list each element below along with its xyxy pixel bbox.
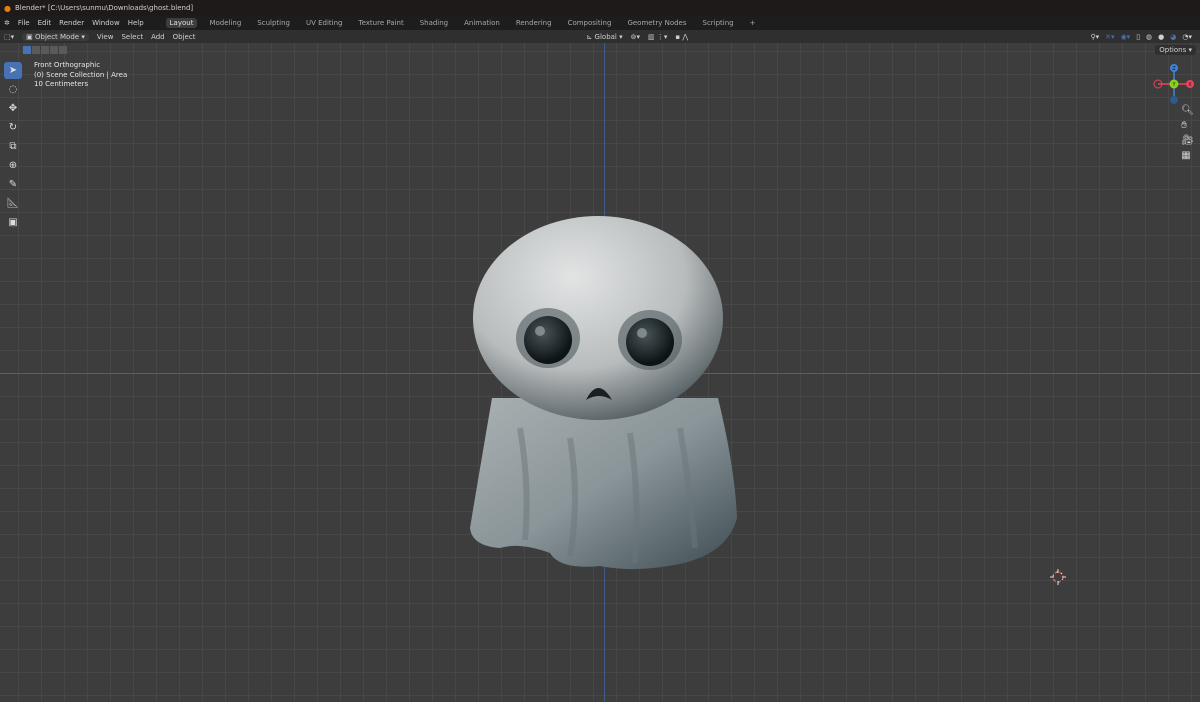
menu-select[interactable]: Select (121, 33, 143, 41)
shading-wireframe-icon[interactable]: ◍ (1146, 33, 1152, 41)
ghost-left-eye (524, 316, 572, 364)
select-new-icon[interactable] (23, 46, 31, 54)
menu-edit[interactable]: Edit (38, 19, 52, 27)
transform-icon[interactable]: ⊕ (4, 157, 22, 174)
menu-add[interactable]: Add (151, 33, 165, 41)
shading-rendered-icon[interactable]: ◔▾ (1182, 33, 1192, 41)
mode-label: Object Mode (34, 32, 80, 41)
tab-rendering[interactable]: Rendering (512, 18, 556, 28)
menu-file[interactable]: File (18, 19, 30, 27)
shading-solid-icon[interactable]: ● (1158, 33, 1164, 41)
navigation-gizmo[interactable]: Z X Y (1150, 60, 1198, 108)
cursor-icon[interactable]: ◌ (4, 81, 22, 98)
tab-uv-editing[interactable]: UV Editing (302, 18, 347, 28)
collection-info: (0) Scene Collection | Area (34, 70, 128, 79)
gizmo-z-label: Z (1172, 66, 1176, 72)
proportional-edit-icon[interactable]: ▪ ⋀ (675, 33, 688, 41)
tab-animation[interactable]: Animation (460, 18, 504, 28)
shading-material-icon[interactable]: ◕ (1170, 33, 1176, 41)
annotate-icon[interactable]: ✎ (4, 176, 22, 193)
zoom-icon[interactable]: 🔍︎ (1181, 105, 1194, 116)
add-workspace-button[interactable]: + (746, 18, 760, 28)
pan-hand-icon[interactable]: ✋︎ (1181, 120, 1194, 131)
menu-object[interactable]: Object (173, 33, 196, 41)
rotate-icon[interactable]: ↻ (4, 119, 22, 136)
menu-view[interactable]: View (97, 33, 114, 41)
tab-geometry-nodes[interactable]: Geometry Nodes (623, 18, 690, 28)
menu-render[interactable]: Render (59, 19, 84, 27)
3d-viewport[interactable]: Front Orthographic (0) Scene Collection … (0, 43, 1200, 702)
object-mode-icon: ▣ (26, 32, 35, 41)
menu-window[interactable]: Window (92, 19, 120, 27)
blender-logo-icon: ● (4, 3, 11, 13)
tab-texture-paint[interactable]: Texture Paint (355, 18, 408, 28)
gizmo-toggle-icon[interactable]: ✕▾ (1105, 33, 1114, 41)
tab-shading[interactable]: Shading (416, 18, 452, 28)
gizmo-x-label: X (1188, 82, 1192, 88)
scale-icon[interactable]: ⧉ (4, 138, 22, 155)
select-extend-icon[interactable] (32, 46, 40, 54)
selection-mode-buttons (23, 46, 67, 54)
navigation-buttons: 🔍︎ ✋︎ 🎥︎ ▦ (1181, 105, 1194, 161)
tab-sculpting[interactable]: Sculpting (253, 18, 294, 28)
options-label: Options (1159, 46, 1187, 54)
window-title: Blender* [C:\Users\sunmu\Downloads\ghost… (14, 4, 194, 12)
snap-icon[interactable]: ▥ ⋮▾ (648, 33, 667, 41)
orientation-icon: ⊾ (586, 32, 595, 41)
tab-scripting[interactable]: Scripting (699, 18, 738, 28)
pivot-icon[interactable]: ⊚▾ (631, 33, 640, 41)
orientation-dropdown[interactable]: ⊾ Global ▾ (586, 33, 622, 41)
top-menu-bar: ✲ File Edit Render Window Help Layout Mo… (0, 16, 1200, 30)
orientation-label: Global (594, 32, 617, 41)
ghost-right-eye (626, 318, 674, 366)
title-bar: ● Blender* [C:\Users\sunmu\Downloads\gho… (0, 0, 1200, 16)
xray-icon[interactable]: ▯ (1136, 33, 1140, 41)
tab-layout[interactable]: Layout (165, 18, 198, 28)
camera-view-icon[interactable]: 🎥︎ (1181, 135, 1194, 146)
view-name: Front Orthographic (34, 61, 101, 69)
editor-type-icon[interactable]: ⬚▾ (4, 33, 14, 41)
measure-icon[interactable]: 📐︎ (4, 195, 22, 212)
menu-help[interactable]: Help (128, 19, 144, 27)
ortho-grid-icon[interactable]: ▦ (1181, 150, 1194, 161)
mode-dropdown[interactable]: ▣ Object Mode ▾ (22, 32, 89, 41)
select-invert-icon[interactable] (50, 46, 58, 54)
move-icon[interactable]: ✥ (4, 100, 22, 117)
overlay-toggle-icon[interactable]: ◉▾ (1121, 33, 1131, 41)
tab-compositing[interactable]: Compositing (564, 18, 616, 28)
tab-modeling[interactable]: Modeling (205, 18, 245, 28)
toolbar: ➤ ◌ ✥ ↻ ⧉ ⊕ ✎ 📐︎ ▣ (4, 62, 22, 231)
grid-scale: 10 Centimeters (34, 80, 89, 88)
visibility-icon[interactable]: ⚲▾ (1091, 33, 1100, 41)
3d-cursor-icon[interactable] (1050, 569, 1066, 585)
options-dropdown[interactable]: Options ▾ (1155, 45, 1196, 55)
select-intersect-icon[interactable] (59, 46, 67, 54)
select-box-icon[interactable]: ➤ (4, 62, 22, 79)
select-subtract-icon[interactable] (41, 46, 49, 54)
viewport-header-right: ⚲▾ ✕▾ ◉▾ ▯ ◍ ● ◕ ◔▾ (1091, 30, 1192, 43)
add-cube-icon[interactable]: ▣ (4, 214, 22, 231)
ghost-model[interactable] (460, 168, 750, 578)
viewport-info: Front Orthographic (0) Scene Collection … (34, 61, 127, 90)
blender-menu-icon[interactable]: ✲ (4, 19, 10, 27)
viewport-header: ⬚▾ ▣ Object Mode ▾ View Select Add Objec… (0, 30, 1200, 43)
